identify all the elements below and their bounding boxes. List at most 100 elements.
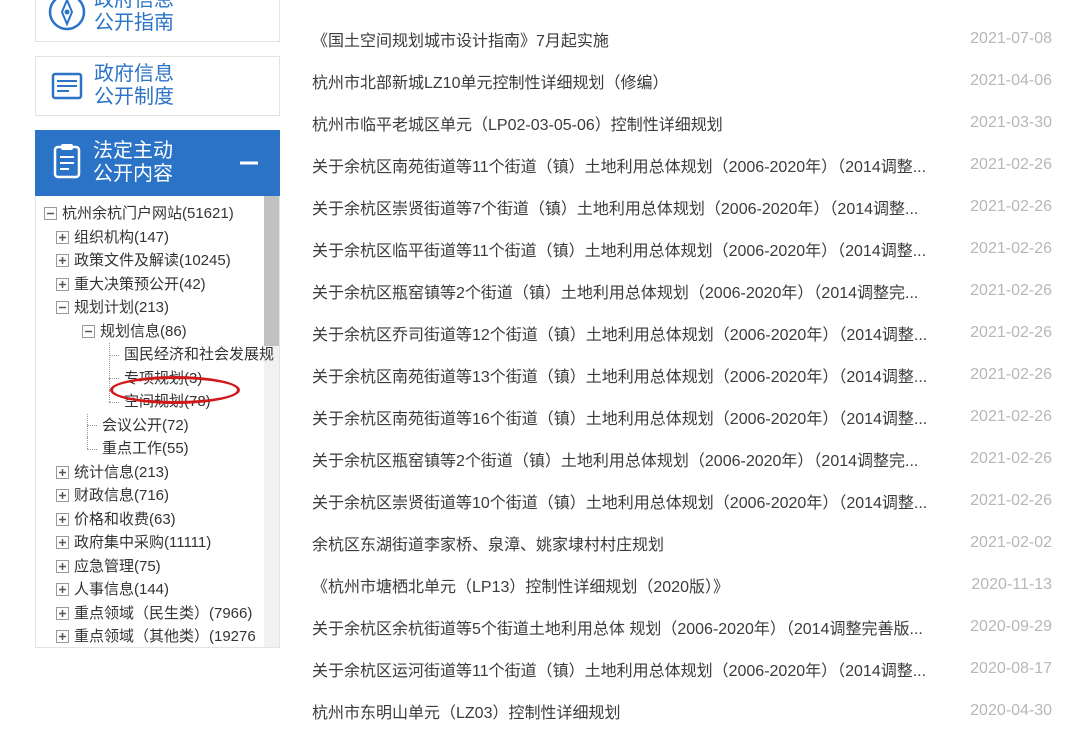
article-row[interactable]: 关于余杭区乔司街道等12个街道（镇）土地利用总体规划（2006-2020年）（2… <box>312 312 1052 354</box>
article-title[interactable]: 余杭区东湖街道李家桥、泉漳、姚家埭村村庄规划 <box>312 531 664 555</box>
article-date: 2021-02-26 <box>970 156 1052 174</box>
plus-icon[interactable] <box>54 488 70 504</box>
article-date: 2020-09-29 <box>970 618 1052 636</box>
tree-node[interactable]: 重点领域（其他类）(19276 <box>36 625 264 648</box>
plus-icon[interactable] <box>54 229 70 245</box>
article-date: 2021-02-26 <box>970 408 1052 426</box>
plus-icon[interactable] <box>54 511 70 527</box>
tree-node[interactable]: 重点领域（民生类）(7966) <box>36 602 264 626</box>
article-row[interactable]: 关于余杭区崇贤街道等10个街道（镇）土地利用总体规划（2006-2020年）（2… <box>312 480 1052 522</box>
tree-node[interactable]: 政策文件及解读(10245) <box>36 249 264 273</box>
article-date: 2021-02-26 <box>970 198 1052 216</box>
nav-card-guide-title: 政府信息 公开指南 <box>94 0 174 35</box>
plus-icon[interactable] <box>54 535 70 551</box>
article-date: 2021-02-26 <box>970 324 1052 342</box>
tree-node[interactable]: 重大决策预公开(42) <box>36 273 264 297</box>
article-title[interactable]: 关于余杭区余杭街道等5个街道土地利用总体 规划（2006-2020年）（2014… <box>312 615 923 639</box>
article-title[interactable]: 《杭州市塘栖北单元（LP13）控制性详细规划（2020版）》 <box>312 573 729 597</box>
tree-node[interactable]: 应急管理(75) <box>36 555 264 579</box>
article-date: 2021-04-06 <box>970 72 1052 90</box>
collapse-icon[interactable] <box>240 162 258 165</box>
tree-node-expanded[interactable]: 规划信息(86) <box>36 320 264 344</box>
article-title[interactable]: 关于余杭区临平街道等11个街道（镇）土地利用总体规划（2006-2020年）（2… <box>312 237 926 261</box>
article-row[interactable]: 杭州市北部新城LZ10单元控制性详细规划（修编） 2021-04-06 <box>312 60 1052 102</box>
article-title[interactable]: 关于余杭区瓶窑镇等2个街道（镇）土地利用总体规划（2006-2020年）（201… <box>312 447 918 471</box>
tree-leaf[interactable]: 国民经济和社会发展规 <box>36 343 264 367</box>
tree-leaf-selected[interactable]: 空间规划(78) <box>36 390 264 414</box>
article-title[interactable]: 《国土空间规划城市设计指南》7月起实施 <box>312 27 609 51</box>
tree-leaf[interactable]: 专项规划(3) <box>36 367 264 391</box>
article-title[interactable]: 关于余杭区南苑街道等13个街道（镇）土地利用总体规划（2006-2020年）（2… <box>312 363 927 387</box>
tree-node[interactable]: 价格和收费(63) <box>36 508 264 532</box>
article-date: 2021-07-08 <box>970 30 1052 48</box>
plus-icon[interactable] <box>54 582 70 598</box>
article-date: 2021-02-02 <box>970 534 1052 552</box>
nav-card-active[interactable]: 法定主动 公开内容 <box>35 130 280 196</box>
minus-icon[interactable] <box>42 206 58 222</box>
tree-node[interactable]: 政府集中采购(11111) <box>36 531 264 555</box>
plus-icon[interactable] <box>54 276 70 292</box>
nav-card-active-title: 法定主动 公开内容 <box>93 140 173 186</box>
nav-card-system[interactable]: 政府信息 公开制度 <box>35 56 280 116</box>
plus-icon[interactable] <box>54 629 70 645</box>
article-date: 2021-02-26 <box>970 450 1052 468</box>
article-title[interactable]: 关于余杭区南苑街道等11个街道（镇）土地利用总体规划（2006-2020年）（2… <box>312 153 926 177</box>
article-row[interactable]: 余杭区东湖街道李家桥、泉漳、姚家埭村村庄规划 2021-02-02 <box>312 522 1052 564</box>
branch-icon <box>102 390 122 413</box>
article-title[interactable]: 关于余杭区瓶窑镇等2个街道（镇）土地利用总体规划（2006-2020年）（201… <box>312 279 918 303</box>
tree-panel: 杭州余杭门户网站(51621) 组织机构(147) 政策文件及解读(10245)… <box>35 196 280 648</box>
branch-icon <box>80 414 100 437</box>
article-title[interactable]: 关于余杭区崇贤街道等7个街道（镇）土地利用总体规划（2006-2020年）（20… <box>312 195 918 219</box>
tree-node[interactable]: 人事信息(144) <box>36 578 264 602</box>
article-date: 2020-04-30 <box>970 702 1052 720</box>
article-row[interactable]: 关于余杭区瓶窑镇等2个街道（镇）土地利用总体规划（2006-2020年）（201… <box>312 438 1052 480</box>
nav-card-system-title: 政府信息 公开制度 <box>94 63 174 109</box>
minus-icon[interactable] <box>80 323 96 339</box>
tree-leaf[interactable]: 会议公开(72) <box>36 414 264 438</box>
article-row[interactable]: 关于余杭区南苑街道等16个街道（镇）土地利用总体规划（2006-2020年）（2… <box>312 396 1052 438</box>
article-row[interactable]: 《杭州市塘栖北单元（LP13）控制性详细规划（2020版）》 2020-11-13 <box>312 564 1052 606</box>
plus-icon[interactable] <box>54 605 70 621</box>
article-row[interactable]: 关于余杭区崇贤街道等7个街道（镇）土地利用总体规划（2006-2020年）（20… <box>312 186 1052 228</box>
article-date: 2020-11-13 <box>971 576 1052 594</box>
document-icon <box>46 65 88 107</box>
minus-icon[interactable] <box>54 300 70 316</box>
article-title[interactable]: 杭州市东明山单元（LZ03）控制性详细规划 <box>312 699 620 723</box>
tree-root[interactable]: 杭州余杭门户网站(51621) <box>36 202 264 226</box>
article-row[interactable]: 关于余杭区南苑街道等13个街道（镇）土地利用总体规划（2006-2020年）（2… <box>312 354 1052 396</box>
branch-icon <box>102 367 122 390</box>
tree-node-expanded[interactable]: 规划计划(213) <box>36 296 264 320</box>
article-title[interactable]: 关于余杭区南苑街道等16个街道（镇）土地利用总体规划（2006-2020年）（2… <box>312 405 927 429</box>
article-date: 2021-03-30 <box>970 114 1052 132</box>
article-list: 《国土空间规划城市设计指南》7月起实施 2021-07-08 杭州市北部新城LZ10… <box>312 18 1052 732</box>
article-row[interactable]: 《国土空间规划城市设计指南》7月起实施 2021-07-08 <box>312 18 1052 60</box>
article-row[interactable]: 关于余杭区瓶窑镇等2个街道（镇）土地利用总体规划（2006-2020年）（201… <box>312 270 1052 312</box>
tree-leaf[interactable]: 重点工作(55) <box>36 437 264 461</box>
article-title[interactable]: 关于余杭区乔司街道等12个街道（镇）土地利用总体规划（2006-2020年）（2… <box>312 321 927 345</box>
article-date: 2021-02-26 <box>970 366 1052 384</box>
article-title[interactable]: 关于余杭区崇贤街道等10个街道（镇）土地利用总体规划（2006-2020年）（2… <box>312 489 927 513</box>
article-date: 2021-02-26 <box>970 240 1052 258</box>
article-date: 2021-02-26 <box>970 492 1052 510</box>
article-row[interactable]: 关于余杭区南苑街道等11个街道（镇）土地利用总体规划（2006-2020年）（2… <box>312 144 1052 186</box>
plus-icon[interactable] <box>54 253 70 269</box>
article-row[interactable]: 杭州市临平老城区单元（LP02-03-05-06）控制性详细规划 2021-03-… <box>312 102 1052 144</box>
plus-icon[interactable] <box>54 558 70 574</box>
tree-node[interactable]: 财政信息(716) <box>36 484 264 508</box>
article-row[interactable]: 关于余杭区余杭街道等5个街道土地利用总体 规划（2006-2020年）（2014… <box>312 606 1052 648</box>
article-row[interactable]: 关于余杭区运河街道等11个街道（镇）土地利用总体规划（2006-2020年）（2… <box>312 648 1052 690</box>
article-title[interactable]: 杭州市北部新城LZ10单元控制性详细规划（修编） <box>312 69 668 93</box>
plus-icon[interactable] <box>54 464 70 480</box>
branch-icon <box>80 437 100 460</box>
clipboard-icon <box>47 141 87 185</box>
tree-node[interactable]: 组织机构(147) <box>36 226 264 250</box>
article-title[interactable]: 关于余杭区运河街道等11个街道（镇）土地利用总体规划（2006-2020年）（2… <box>312 657 926 681</box>
article-title[interactable]: 杭州市临平老城区单元（LP02-03-05-06）控制性详细规划 <box>312 111 723 135</box>
scrollbar-track[interactable] <box>264 196 279 647</box>
nav-card-guide[interactable]: 政府信息 公开指南 <box>35 0 280 42</box>
article-row[interactable]: 关于余杭区临平街道等11个街道（镇）土地利用总体规划（2006-2020年）（2… <box>312 228 1052 270</box>
article-date: 2020-08-17 <box>970 660 1052 678</box>
tree-node[interactable]: 统计信息(213) <box>36 461 264 485</box>
scrollbar-thumb[interactable] <box>264 196 279 346</box>
article-row[interactable]: 杭州市东明山单元（LZ03）控制性详细规划 2020-04-30 <box>312 690 1052 732</box>
